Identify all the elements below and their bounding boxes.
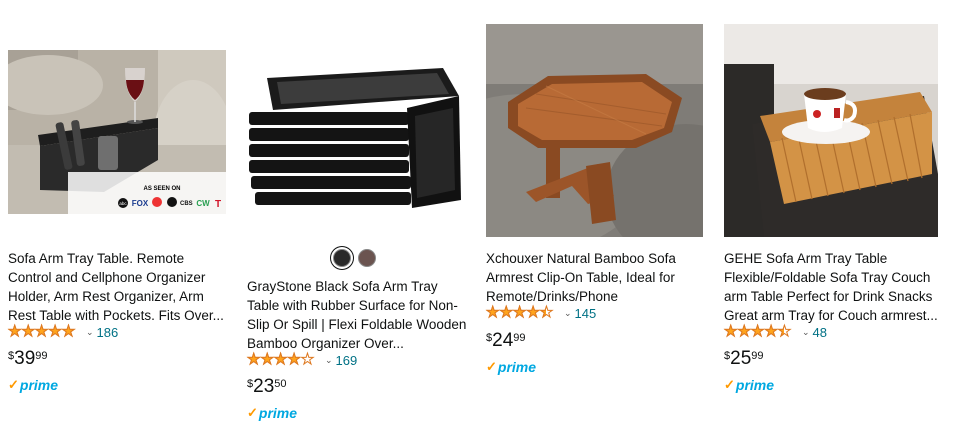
- swatch-brown[interactable]: [358, 249, 376, 267]
- svg-text:T: T: [215, 199, 221, 210]
- prime-check-icon: ✓: [247, 405, 258, 420]
- price[interactable]: $ 23 50: [247, 376, 287, 398]
- prime-check-icon: ✓: [486, 359, 497, 374]
- chevron-down-icon[interactable]: ⌄: [802, 327, 810, 338]
- prime-badge: ✓ prime: [247, 405, 298, 421]
- product-image[interactable]: [486, 24, 703, 237]
- star-rating[interactable]: ★★★★★★★★★★: [246, 351, 322, 368]
- star-rating[interactable]: ★★★★★★★★★★: [7, 323, 83, 340]
- prime-check-icon: ✓: [724, 377, 735, 392]
- product-title[interactable]: Xchouxer Natural Bamboo Sofa Armrest Cli…: [486, 249, 708, 306]
- product-title[interactable]: Sofa Arm Tray Table. Remote Control and …: [8, 249, 230, 325]
- star-rating[interactable]: ★★★★★★★★★★: [485, 304, 561, 321]
- prime-badge: ✓ prime: [486, 359, 537, 375]
- svg-text:CW: CW: [196, 199, 210, 208]
- price[interactable]: $ 24 99: [486, 330, 526, 352]
- svg-text:CBS: CBS: [180, 201, 193, 207]
- product-image[interactable]: [247, 50, 465, 230]
- rating-row[interactable]: ★★★★★★★★★★ ⌄ 169: [246, 351, 358, 368]
- rating-row[interactable]: ★★★★★★★★★★ ⌄ 145: [485, 304, 597, 321]
- rating-row[interactable]: ★★★★★ ★★★★★ ⌄ 186: [7, 323, 119, 340]
- as-seen-on-label: AS SEEN ON: [143, 186, 180, 192]
- review-count-link[interactable]: 48: [813, 325, 827, 340]
- chevron-down-icon[interactable]: ⌄: [564, 308, 572, 319]
- price[interactable]: $ 25 99: [724, 348, 764, 370]
- product-image[interactable]: AS SEEN ON abc FOX CBS CW T: [8, 50, 226, 214]
- product-image[interactable]: [724, 24, 938, 237]
- svg-text:abc: abc: [119, 201, 127, 206]
- price[interactable]: $ 39 99: [8, 348, 48, 370]
- star-rating[interactable]: ★★★★★★★★★★: [723, 323, 799, 340]
- review-count-link[interactable]: 145: [575, 306, 597, 321]
- chevron-down-icon[interactable]: ⌄: [325, 355, 333, 366]
- prime-badge: ✓ prime: [8, 377, 59, 393]
- svg-text:FOX: FOX: [132, 199, 149, 208]
- swatch-black[interactable]: [333, 249, 351, 267]
- color-swatches: [333, 249, 376, 267]
- chevron-down-icon[interactable]: ⌄: [86, 327, 94, 338]
- product-title[interactable]: GEHE Sofa Arm Tray Table Flexible/Foldab…: [724, 249, 946, 325]
- prime-badge: ✓ prime: [724, 377, 775, 393]
- prime-check-icon: ✓: [8, 377, 19, 392]
- review-count-link[interactable]: 169: [336, 353, 358, 368]
- rating-row[interactable]: ★★★★★★★★★★ ⌄ 48: [723, 323, 827, 340]
- product-title[interactable]: GrayStone Black Sofa Arm Tray Table with…: [247, 277, 469, 353]
- review-count-link[interactable]: 186: [97, 325, 119, 340]
